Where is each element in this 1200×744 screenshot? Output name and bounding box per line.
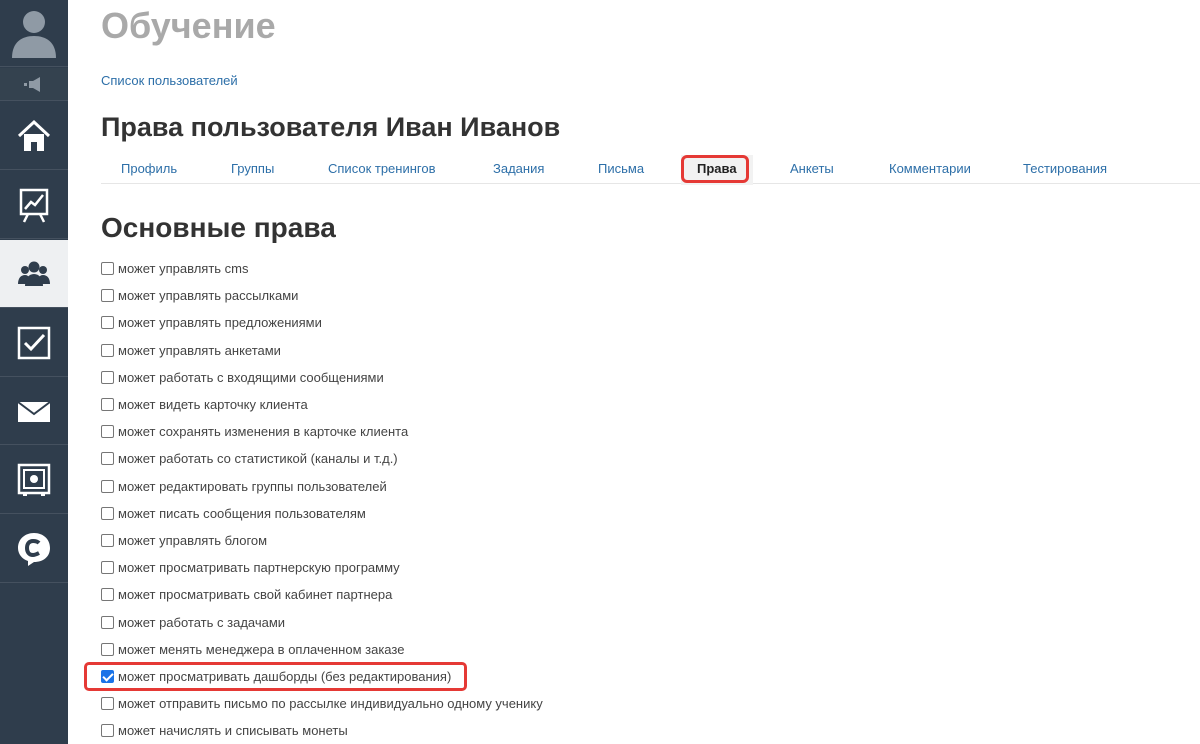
permission-label: может работать с входящими сообщениями xyxy=(118,369,384,385)
permission-label: может писать сообщения пользователям xyxy=(118,505,366,521)
active-tab-highlight xyxy=(681,155,749,183)
permission-label: может просматривать партнерскую программ… xyxy=(118,559,400,575)
permission-label: может просматривать свой кабинет партнер… xyxy=(118,586,393,602)
permission-label: может работать со статистикой (каналы и … xyxy=(118,450,398,466)
permission-label: может управлять блогом xyxy=(118,532,268,548)
safe-icon xyxy=(17,463,51,496)
permission-row[interactable]: может писать сообщения пользователям xyxy=(101,503,366,523)
sidebar-item-home[interactable] xyxy=(0,102,68,170)
sidebar-item-chat[interactable] xyxy=(0,515,68,583)
permission-row[interactable]: может начислять и списывать монеты xyxy=(101,720,348,740)
permission-label: может менять менеджера в оплаченном зака… xyxy=(118,641,405,657)
sidebar-item-reports[interactable] xyxy=(0,171,68,239)
sidebar xyxy=(0,0,68,744)
tab-tests[interactable]: Тестирования xyxy=(1023,161,1107,176)
sidebar-item-mail[interactable] xyxy=(0,377,68,445)
permission-label: может управлять предложениями xyxy=(118,314,322,330)
permission-row[interactable]: может работать с входящими сообщениями xyxy=(101,367,384,387)
chat-logo-icon xyxy=(18,533,50,566)
user-rights-title: Права пользователя Иван Иванов xyxy=(101,112,561,142)
permission-checkbox[interactable] xyxy=(101,451,114,465)
permission-checkbox[interactable] xyxy=(101,424,114,438)
permission-row[interactable]: может просматривать свой кабинет партнер… xyxy=(101,584,392,604)
permission-row[interactable]: может сохранять изменения в карточке кли… xyxy=(101,421,408,441)
tab-trainings[interactable]: Список тренингов xyxy=(328,161,436,176)
permission-row[interactable]: может работать с задачами xyxy=(101,612,285,632)
envelope-icon xyxy=(17,401,51,422)
permission-checkbox[interactable] xyxy=(101,370,114,384)
permission-checkbox[interactable] xyxy=(101,261,114,275)
tab-groups[interactable]: Группы xyxy=(231,161,274,176)
sidebar-filler xyxy=(0,583,68,744)
permission-row[interactable]: может менять менеджера в оплаченном зака… xyxy=(101,639,404,659)
tab-letters[interactable]: Письма xyxy=(598,161,644,176)
permission-checkbox[interactable] xyxy=(101,479,114,493)
checkbox-task-icon xyxy=(17,326,51,360)
avatar[interactable] xyxy=(0,0,68,67)
user-tabs: Профиль Группы Список тренингов Задания … xyxy=(101,154,1200,185)
permission-label: может управлять cms xyxy=(118,260,249,276)
permission-checkbox[interactable] xyxy=(101,397,114,411)
permission-label: может управлять анкетами xyxy=(118,342,281,358)
permission-checkbox[interactable] xyxy=(101,723,114,737)
permission-row[interactable]: может видеть карточку клиента xyxy=(101,394,308,414)
permission-row[interactable]: может управлять анкетами xyxy=(101,340,281,360)
sidebar-item-tasks[interactable] xyxy=(0,309,68,377)
breadcrumb-users-list[interactable]: Список пользователей xyxy=(101,73,238,88)
permission-label: может видеть карточку клиента xyxy=(118,396,308,412)
sidebar-item-users[interactable] xyxy=(0,240,68,308)
permission-row[interactable]: может редактировать группы пользователей xyxy=(101,476,387,496)
speaker-icon xyxy=(24,77,40,92)
permission-row[interactable]: может работать со статистикой (каналы и … xyxy=(101,448,398,468)
permission-row[interactable]: может управлять рассылками xyxy=(101,285,298,305)
permission-checkbox[interactable] xyxy=(101,560,114,574)
permission-label: может начислять и списывать монеты xyxy=(118,722,348,738)
permission-row[interactable]: может отправить письмо по рассылке индив… xyxy=(101,693,543,713)
tab-assignments[interactable]: Задания xyxy=(493,161,544,176)
permission-checkbox[interactable] xyxy=(101,696,114,710)
permission-checkbox[interactable] xyxy=(101,506,114,520)
users-icon xyxy=(18,261,50,286)
permission-checkbox[interactable] xyxy=(101,288,114,302)
permission-checkbox[interactable] xyxy=(101,587,114,601)
presentation-chart-icon xyxy=(19,188,49,223)
permission-row[interactable]: может управлять блогом xyxy=(101,530,267,550)
permission-label: может отправить письмо по рассылке индив… xyxy=(118,695,543,711)
permission-row[interactable]: может просматривать партнерскую программ… xyxy=(101,557,400,577)
permission-label: может управлять рассылками xyxy=(118,287,299,303)
permission-label: может работать с задачами xyxy=(118,614,286,630)
permission-row[interactable]: может управлять предложениями xyxy=(101,312,322,332)
permission-checkbox[interactable] xyxy=(101,642,114,656)
announcements-toggle[interactable] xyxy=(0,68,68,101)
tab-profile[interactable]: Профиль xyxy=(121,161,177,176)
permission-label: может сохранять изменения в карточке кли… xyxy=(118,423,409,439)
permission-highlight xyxy=(84,662,467,691)
permission-checkbox[interactable] xyxy=(101,315,114,329)
section-title-main-rights: Основные права xyxy=(101,212,336,243)
page-title: Обучение xyxy=(101,5,276,46)
home-icon xyxy=(17,119,51,151)
sidebar-item-safe[interactable] xyxy=(0,446,68,514)
tab-surveys[interactable]: Анкеты xyxy=(790,161,834,176)
permission-checkbox[interactable] xyxy=(101,533,114,547)
permission-checkbox[interactable] xyxy=(101,343,114,357)
tab-comments[interactable]: Комментарии xyxy=(889,161,971,176)
permission-row[interactable]: может управлять cms xyxy=(101,258,248,278)
user-avatar-icon xyxy=(12,11,56,58)
permission-checkbox[interactable] xyxy=(101,615,114,629)
permission-label: может редактировать группы пользователей xyxy=(118,478,387,494)
